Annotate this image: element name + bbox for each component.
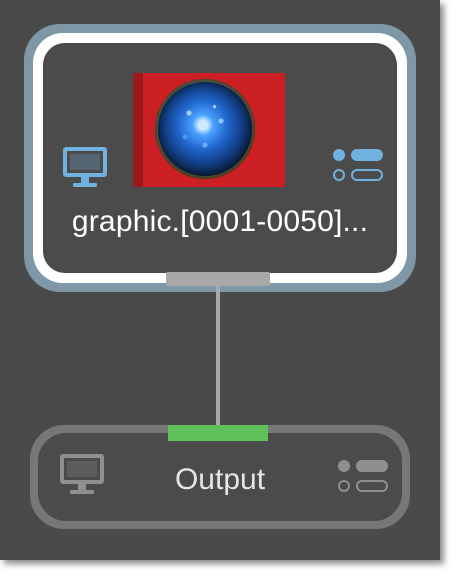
list-icon[interactable] bbox=[333, 149, 383, 183]
node-graph-canvas[interactable]: graphic.[0001-0050]... Output bbox=[0, 0, 440, 560]
selection-highlight: graphic.[0001-0050]... bbox=[33, 33, 407, 283]
output-node-body[interactable]: Output bbox=[38, 433, 402, 521]
source-node-body[interactable]: graphic.[0001-0050]... bbox=[43, 43, 397, 273]
source-node[interactable]: graphic.[0001-0050]... bbox=[24, 24, 416, 292]
monitor-icon[interactable] bbox=[63, 147, 107, 187]
node-label: graphic.[0001-0050]... bbox=[71, 205, 369, 238]
connection-line[interactable] bbox=[216, 286, 220, 428]
input-port[interactable] bbox=[168, 425, 268, 441]
output-port[interactable] bbox=[166, 272, 270, 286]
list-icon[interactable] bbox=[338, 460, 388, 494]
image-thumbnail bbox=[133, 73, 285, 187]
